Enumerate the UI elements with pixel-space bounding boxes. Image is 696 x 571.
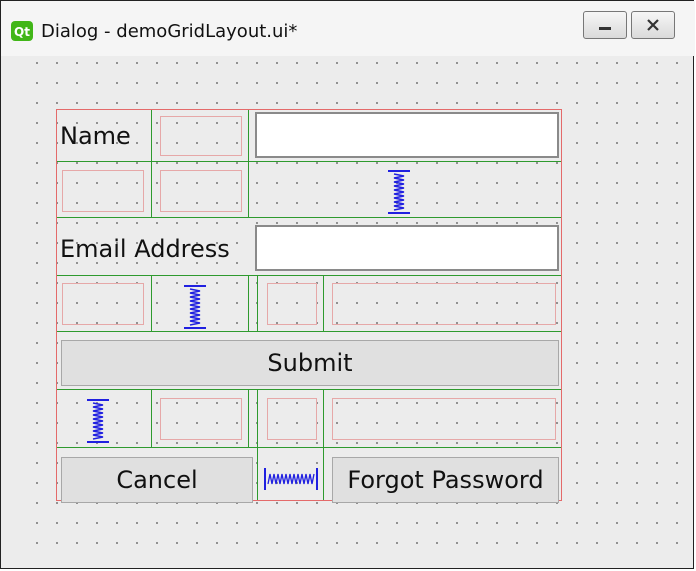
- empty-cell: [332, 283, 556, 325]
- grid-line: [151, 276, 152, 332]
- grid-line: [57, 389, 561, 390]
- email-input[interactable]: [255, 225, 559, 271]
- grid-line: [257, 276, 258, 332]
- email-label: Email Address: [60, 235, 230, 263]
- empty-cell: [160, 170, 242, 212]
- title-bar[interactable]: Qt Dialog - demoGridLayout.ui*: [1, 1, 695, 56]
- vertical-spacer-icon: [85, 399, 111, 443]
- grid-layout: Name Email Address Submit Cancel Forgot …: [56, 109, 562, 503]
- svg-text:Qt: Qt: [14, 25, 30, 39]
- name-input[interactable]: [255, 112, 559, 158]
- vertical-spacer-icon: [182, 285, 208, 329]
- grid-line: [57, 275, 561, 276]
- submit-button[interactable]: Submit: [61, 340, 559, 386]
- grid-line: [57, 447, 561, 448]
- grid-line: [323, 390, 324, 448]
- grid-line: [57, 331, 561, 332]
- empty-cell: [62, 170, 144, 212]
- grid-line: [57, 217, 561, 218]
- empty-cell: [332, 398, 556, 440]
- horizontal-spacer-icon: [264, 466, 318, 492]
- close-icon: [632, 12, 674, 38]
- empty-cell: [62, 283, 144, 325]
- dialog-window: Qt Dialog - demoGridLayout.ui* Name Emai…: [0, 0, 695, 569]
- grid-line: [257, 448, 258, 500]
- form-canvas: Name Email Address Submit Cancel Forgot …: [18, 61, 690, 561]
- empty-cell: [160, 398, 242, 440]
- grid-line: [57, 161, 561, 162]
- empty-cell: [267, 283, 317, 325]
- cancel-button[interactable]: Cancel: [61, 457, 253, 503]
- grid-line: [151, 110, 152, 218]
- vertical-spacer-icon: [386, 170, 412, 214]
- grid-line: [151, 390, 152, 448]
- grid-line: [323, 448, 324, 500]
- forgot-password-button[interactable]: Forgot Password: [332, 457, 559, 503]
- empty-cell: [160, 116, 242, 156]
- grid-line: [248, 276, 249, 332]
- qt-logo-icon: Qt: [11, 21, 33, 41]
- window-title: Dialog - demoGridLayout.ui*: [41, 21, 298, 42]
- grid-line: [257, 390, 258, 448]
- empty-cell: [267, 398, 317, 440]
- minimize-button[interactable]: [583, 11, 627, 39]
- minimize-icon: [584, 12, 626, 38]
- name-label: Name: [60, 122, 131, 150]
- grid-line: [323, 276, 324, 332]
- close-button[interactable]: [631, 11, 675, 39]
- grid-line: [248, 110, 249, 218]
- grid-line: [248, 390, 249, 448]
